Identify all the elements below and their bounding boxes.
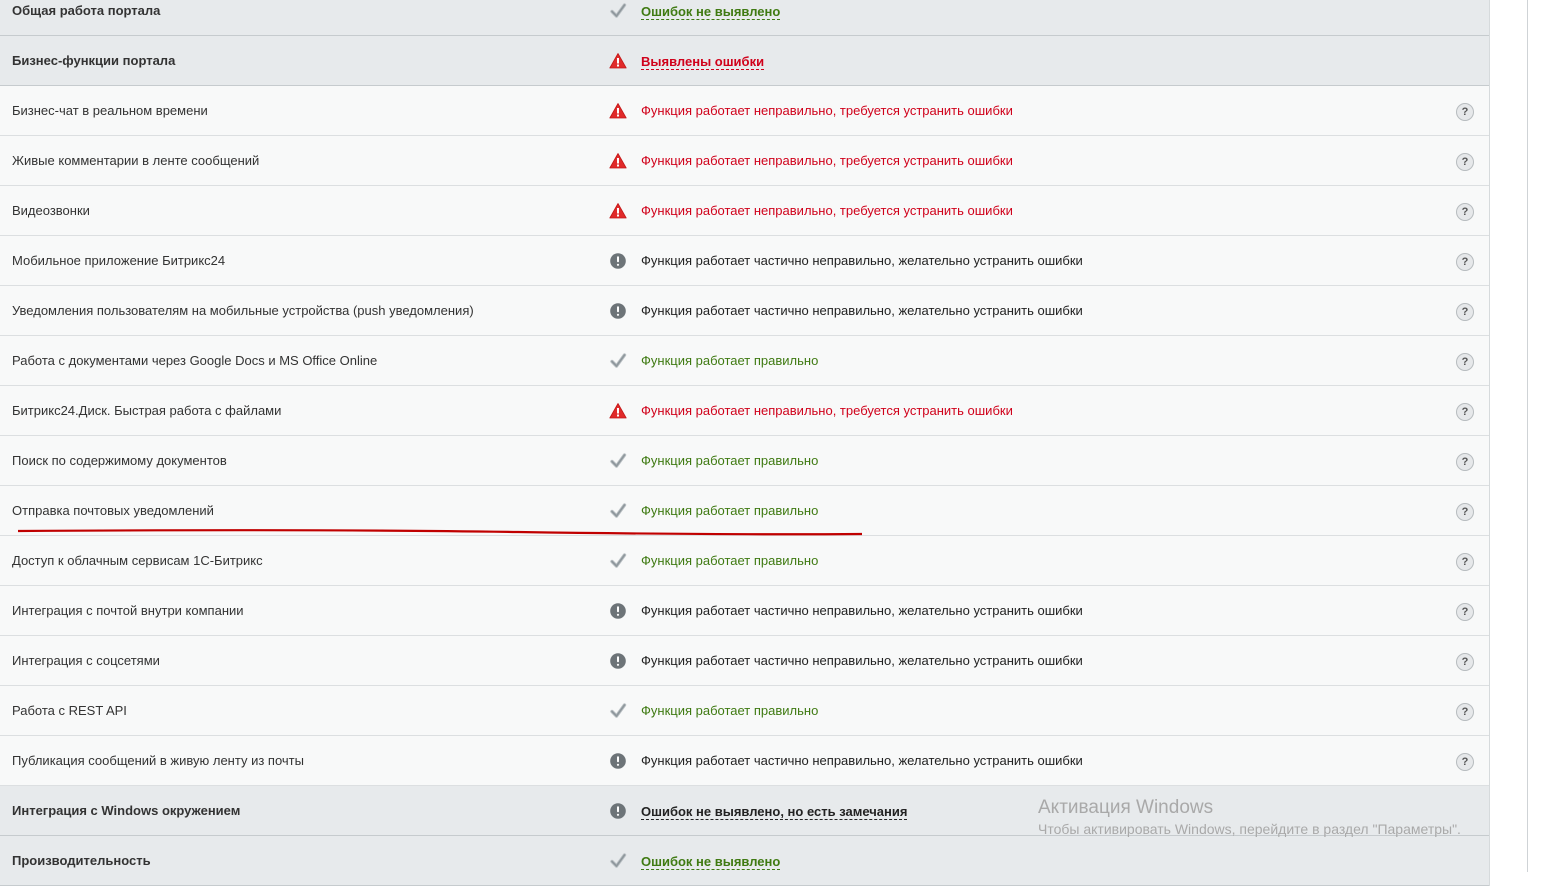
exclamation-circle-icon <box>609 752 627 770</box>
help-icon[interactable]: ? <box>1456 403 1474 421</box>
error-triangle-icon <box>609 152 627 170</box>
section-status-link[interactable]: Ошибок не выявлено, но есть замечания <box>641 804 908 820</box>
help-icon[interactable]: ? <box>1456 753 1474 771</box>
help-icon[interactable]: ? <box>1456 553 1474 571</box>
status-text: Функция работает неправильно, требуется … <box>641 403 1013 418</box>
section-row: Производительность Ошибок не выявлено <box>0 836 1489 886</box>
check-icon <box>609 552 627 570</box>
table-row: Видеозвонки Функция работает неправильно,… <box>0 186 1489 236</box>
function-name: Бизнес-чат в реальном времени <box>12 103 208 118</box>
help-icon[interactable]: ? <box>1456 603 1474 621</box>
section-title: Общая работа портала <box>12 3 161 18</box>
status-text: Функция работает неправильно, требуется … <box>641 103 1013 118</box>
status-text: Функция работает неправильно, требуется … <box>641 203 1013 218</box>
help-icon[interactable]: ? <box>1456 303 1474 321</box>
function-name: Доступ к облачным сервисам 1С-Битрикс <box>12 553 263 568</box>
exclamation-circle-icon <box>609 252 627 270</box>
table-row: Битрикс24.Диск. Быстрая работа с файлами… <box>0 386 1489 436</box>
help-icon[interactable]: ? <box>1456 653 1474 671</box>
section-title: Бизнес-функции портала <box>12 53 176 68</box>
section-title: Интеграция с Windows окружением <box>12 803 241 818</box>
annotation-underline <box>18 529 862 536</box>
exclamation-circle-icon <box>609 652 627 670</box>
exclamation-circle-icon <box>609 802 627 820</box>
help-icon[interactable]: ? <box>1456 353 1474 371</box>
table-row: Поиск по содержимому документов Функция р… <box>0 436 1489 486</box>
function-name: Битрикс24.Диск. Быстрая работа с файлами <box>12 403 282 418</box>
table-row: Живые комментарии в ленте сообщений Функц… <box>0 136 1489 186</box>
table-row: Бизнес-чат в реальном времени Функция раб… <box>0 86 1489 136</box>
table-row: Интеграция с почтой внутри компании Функц… <box>0 586 1489 636</box>
windows-activation-watermark: Активация Windows Чтобы активировать Win… <box>1038 797 1461 837</box>
section-row: Общая работа портала Ошибок не выявлено <box>0 0 1489 36</box>
help-icon[interactable]: ? <box>1456 103 1474 121</box>
status-text: Функция работает правильно <box>641 553 819 568</box>
check-icon <box>609 502 627 520</box>
function-name: Работа с документами через Google Docs и… <box>12 353 378 368</box>
check-icon <box>609 2 627 20</box>
section-row: Бизнес-функции портала Выявлены ошибки <box>0 36 1489 86</box>
watermark-subtitle: Чтобы активировать Windows, перейдите в … <box>1038 821 1461 837</box>
portal-check-table: Общая работа портала Ошибок не выявлено Би… <box>0 0 1490 886</box>
table-row: Доступ к облачным сервисам 1С-Битрикс Фун… <box>0 536 1489 586</box>
section-status-link[interactable]: Ошибок не выявлено <box>641 854 781 870</box>
table-row: Интеграция с соцсетями Функция работает ч… <box>0 636 1489 686</box>
section-status-link[interactable]: Ошибок не выявлено <box>641 4 781 20</box>
error-triangle-icon <box>609 202 627 220</box>
help-icon[interactable]: ? <box>1456 503 1474 521</box>
status-text: Функция работает правильно <box>641 453 819 468</box>
status-text: Функция работает частично неправильно, ж… <box>641 303 1083 318</box>
function-name: Поиск по содержимому документов <box>12 453 227 468</box>
error-triangle-icon <box>609 102 627 120</box>
table-row: Публикация сообщений в живую ленту из по… <box>0 736 1489 786</box>
function-name: Интеграция с соцсетями <box>12 653 160 668</box>
function-name: Видеозвонки <box>12 203 90 218</box>
check-icon <box>609 352 627 370</box>
error-triangle-icon <box>609 402 627 420</box>
help-icon[interactable]: ? <box>1456 703 1474 721</box>
check-icon <box>609 702 627 720</box>
function-name: Живые комментарии в ленте сообщений <box>12 153 260 168</box>
check-icon <box>609 452 627 470</box>
table-row: Работа с документами через Google Docs и… <box>0 336 1489 386</box>
exclamation-circle-icon <box>609 302 627 320</box>
help-icon[interactable]: ? <box>1456 453 1474 471</box>
status-text: Функция работает правильно <box>641 353 819 368</box>
error-triangle-icon <box>609 52 627 70</box>
exclamation-circle-icon <box>609 602 627 620</box>
table-row: Уведомления пользователям на мобильные у… <box>0 286 1489 336</box>
watermark-title: Активация Windows <box>1038 797 1214 818</box>
help-icon[interactable]: ? <box>1456 203 1474 221</box>
status-text: Функция работает частично неправильно, ж… <box>641 603 1083 618</box>
function-name: Интеграция с почтой внутри компании <box>12 603 244 618</box>
status-text: Функция работает правильно <box>641 703 819 718</box>
function-name: Уведомления пользователям на мобильные у… <box>12 303 474 318</box>
section-title: Производительность <box>12 853 151 868</box>
check-icon <box>609 852 627 870</box>
table-row: Мобильное приложение Битрикс24 Функция ра… <box>0 236 1489 286</box>
help-icon[interactable]: ? <box>1456 253 1474 271</box>
scrollbar-track[interactable] <box>1527 0 1528 872</box>
function-name: Работа с REST API <box>12 703 127 718</box>
status-text: Функция работает частично неправильно, ж… <box>641 653 1083 668</box>
table-row: Работа с REST API Функция работает правил… <box>0 686 1489 736</box>
status-text: Функция работает частично неправильно, ж… <box>641 253 1083 268</box>
status-text: Функция работает частично неправильно, ж… <box>641 753 1083 768</box>
status-text: Функция работает неправильно, требуется … <box>641 153 1013 168</box>
function-name: Публикация сообщений в живую ленту из по… <box>12 753 304 768</box>
function-name: Мобильное приложение Битрикс24 <box>12 253 226 268</box>
help-icon[interactable]: ? <box>1456 153 1474 171</box>
section-status-link[interactable]: Выявлены ошибки <box>641 54 765 70</box>
